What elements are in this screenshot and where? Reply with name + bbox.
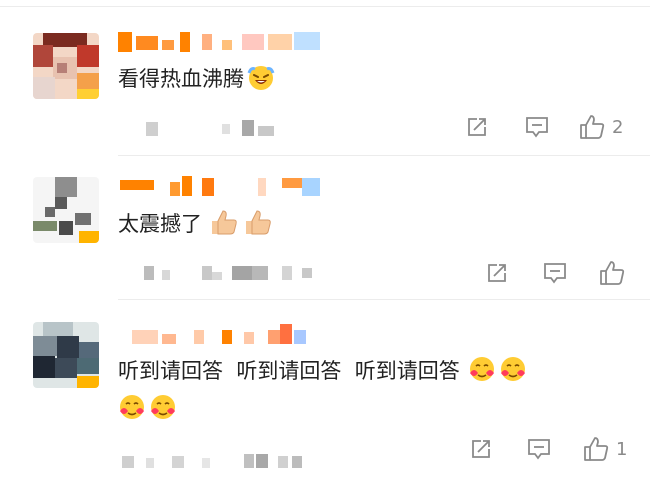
comment-emoji-line (118, 393, 177, 425)
comment-meta-pixelated (118, 452, 318, 468)
comment-item: 听到请回答 听到请回答 听到请回答 1 (0, 0, 650, 477)
heart-hug-emoji (468, 355, 496, 391)
reply-button[interactable] (526, 437, 552, 461)
heart-hug-emoji (118, 393, 146, 425)
share-icon (469, 437, 493, 461)
like-button[interactable]: 1 (582, 435, 627, 463)
comment-text: 听到请回答 听到请回答 听到请回答 (118, 355, 527, 391)
thumbs-up-icon (582, 435, 610, 463)
comment-actions: 1 (464, 434, 644, 464)
heart-hug-emoji (149, 393, 177, 425)
avatar[interactable] (33, 322, 99, 388)
like-count: 1 (616, 438, 628, 460)
heart-hug-emoji (499, 355, 527, 391)
share-button[interactable] (469, 437, 493, 461)
username-pixelated[interactable] (118, 324, 328, 346)
comment-icon (526, 437, 552, 461)
comment-body: 听到请回答 听到请回答 听到请回答 (118, 359, 460, 383)
